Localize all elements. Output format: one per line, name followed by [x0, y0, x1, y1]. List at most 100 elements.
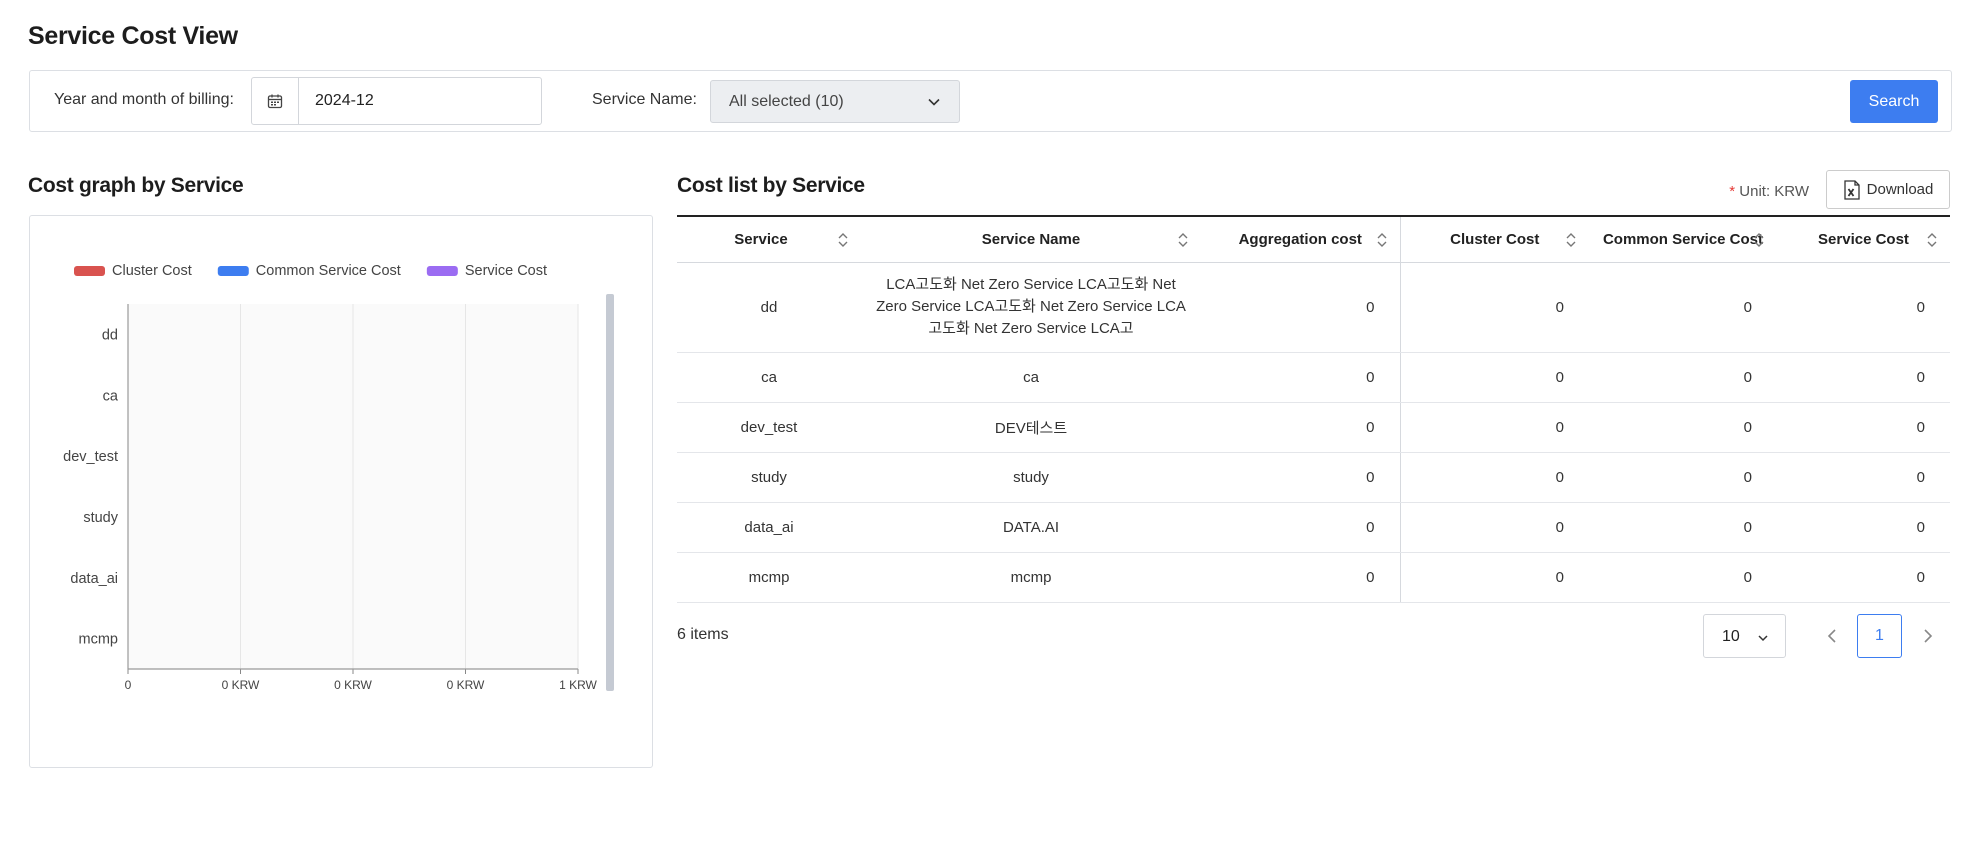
cost-table: Service Service Name Aggregation cost Clust…	[677, 215, 1950, 603]
legend-swatch	[426, 266, 458, 276]
cell-service-cost: 0	[1777, 402, 1950, 453]
cell-common: 0	[1589, 552, 1777, 603]
cell-common: 0	[1589, 352, 1777, 403]
billing-month-value[interactable]: 2024-12	[299, 78, 374, 124]
download-button[interactable]: Download	[1826, 170, 1950, 209]
table-row: mcmp mcmp 0 0 0 0	[677, 552, 1950, 603]
billing-month-label: Year and month of billing:	[54, 91, 234, 108]
excel-icon	[1843, 179, 1860, 200]
cell-service-cost: 0	[1777, 552, 1950, 603]
required-marker: *	[1729, 183, 1736, 200]
y-tick-label: dev_test	[63, 449, 118, 465]
cell-name: ca	[861, 352, 1201, 403]
column-header-4[interactable]: Common Service Cost	[1589, 216, 1777, 262]
cell-service-cost: 0	[1777, 502, 1950, 553]
table-header-row: Service Service Name Aggregation cost Clust…	[677, 216, 1950, 262]
x-tick-label: 0	[125, 678, 132, 692]
table-row: dev_test DEV테스트 0 0 0 0	[677, 402, 1950, 453]
table-row: study study 0 0 0 0	[677, 452, 1950, 503]
cell-common: 0	[1589, 402, 1777, 453]
service-name-value: All selected (10)	[729, 93, 844, 110]
list-section-title: Cost list by Service	[677, 174, 865, 197]
sort-icon[interactable]	[837, 231, 849, 249]
cell-cluster: 0	[1400, 452, 1589, 503]
chevron-left-icon[interactable]	[1824, 626, 1840, 646]
cell-name: study	[861, 452, 1201, 503]
column-header-0[interactable]: Service	[677, 216, 861, 262]
cost-graph: Cluster Cost Common Service Cost Service C…	[63, 263, 614, 692]
column-header-3[interactable]: Cluster Cost	[1400, 216, 1589, 262]
sort-icon[interactable]	[1565, 231, 1577, 249]
cell-cluster: 0	[1400, 402, 1589, 453]
cell-cluster: 0	[1400, 502, 1589, 553]
x-tick-label: 0 KRW	[334, 678, 372, 692]
column-header-label: Common Service Cost	[1602, 230, 1764, 248]
chevron-down-icon	[928, 98, 940, 106]
download-label: Download	[1866, 181, 1934, 198]
y-tick-label: study	[83, 510, 118, 526]
cell-service: mcmp	[677, 552, 861, 603]
page-button-current[interactable]: 1	[1857, 614, 1902, 658]
y-tick-label: data_ai	[70, 571, 118, 587]
cell-name: DATA.AI	[861, 502, 1201, 553]
legend-label: Service Cost	[465, 263, 547, 279]
legend-swatch	[217, 266, 249, 276]
table-row: dd LCA고도화 Net Zero Service LCA고도화 Net Zer…	[677, 262, 1950, 353]
unit-label: * Unit: KRW	[1729, 183, 1809, 200]
cell-service: dev_test	[677, 402, 861, 453]
cell-service: dd	[677, 262, 861, 353]
cell-aggregation: 0	[1201, 262, 1401, 353]
cell-common: 0	[1589, 452, 1777, 503]
column-header-label: Service	[734, 230, 788, 248]
chevron-down-icon	[1758, 635, 1768, 642]
search-button[interactable]: Search	[1850, 80, 1938, 123]
table-row: ca ca 0 0 0 0	[677, 352, 1950, 403]
sort-icon[interactable]	[1753, 231, 1765, 249]
cell-service: data_ai	[677, 502, 861, 553]
sort-icon[interactable]	[1376, 231, 1388, 249]
cell-aggregation: 0	[1201, 452, 1401, 503]
cell-service: ca	[677, 352, 861, 403]
graph-section-title: Cost graph by Service	[28, 174, 244, 197]
service-name-select[interactable]: All selected (10)	[710, 80, 960, 123]
page-title: Service Cost View	[28, 22, 238, 50]
column-header-5[interactable]: Service Cost	[1777, 216, 1950, 262]
cell-aggregation: 0	[1201, 352, 1401, 403]
cell-aggregation: 0	[1201, 552, 1401, 603]
column-header-2[interactable]: Aggregation cost	[1201, 216, 1401, 262]
x-tick-label: 1 KRW	[559, 678, 597, 692]
cell-aggregation: 0	[1201, 402, 1401, 453]
cell-service-cost: 0	[1777, 452, 1950, 503]
y-tick-label: dd	[102, 327, 118, 343]
cell-common: 0	[1589, 502, 1777, 553]
legend-swatch	[74, 266, 105, 276]
legend-label: Cluster Cost	[112, 263, 192, 279]
table-row: data_ai DATA.AI 0 0 0 0	[677, 502, 1950, 553]
cell-common: 0	[1589, 262, 1777, 353]
cost-graph-panel: Cluster Cost Common Service Cost Service C…	[29, 215, 653, 768]
column-header-label: Cluster Cost	[1450, 230, 1540, 248]
unit-text: Unit: KRW	[1739, 183, 1809, 200]
billing-month-picker[interactable]: 2024-12	[251, 77, 542, 125]
y-tick-label: ca	[103, 388, 119, 404]
cell-service: study	[677, 452, 861, 503]
page-size-value: 10	[1722, 628, 1740, 645]
sort-icon[interactable]	[1926, 231, 1938, 249]
column-header-1[interactable]: Service Name	[861, 216, 1201, 262]
x-tick-label: 0 KRW	[222, 678, 260, 692]
service-name-label: Service Name:	[592, 91, 697, 108]
column-header-label: Service Name	[981, 230, 1081, 248]
x-tick-label: 0 KRW	[447, 678, 485, 692]
legend-label: Common Service Cost	[256, 263, 401, 279]
page-size-select[interactable]: 10	[1703, 614, 1786, 658]
cell-name: LCA고도화 Net Zero Service LCA고도화 Net Zero …	[861, 262, 1201, 353]
calendar-icon[interactable]	[252, 78, 299, 124]
chevron-right-icon[interactable]	[1920, 626, 1936, 646]
sort-icon[interactable]	[1177, 231, 1189, 249]
cell-service-cost: 0	[1777, 262, 1950, 353]
column-header-label: Service Cost	[1818, 230, 1909, 248]
cell-cluster: 0	[1400, 352, 1589, 403]
cell-cluster: 0	[1400, 552, 1589, 603]
y-tick-label: mcmp	[79, 632, 118, 648]
chart-scrollbar	[606, 294, 614, 691]
